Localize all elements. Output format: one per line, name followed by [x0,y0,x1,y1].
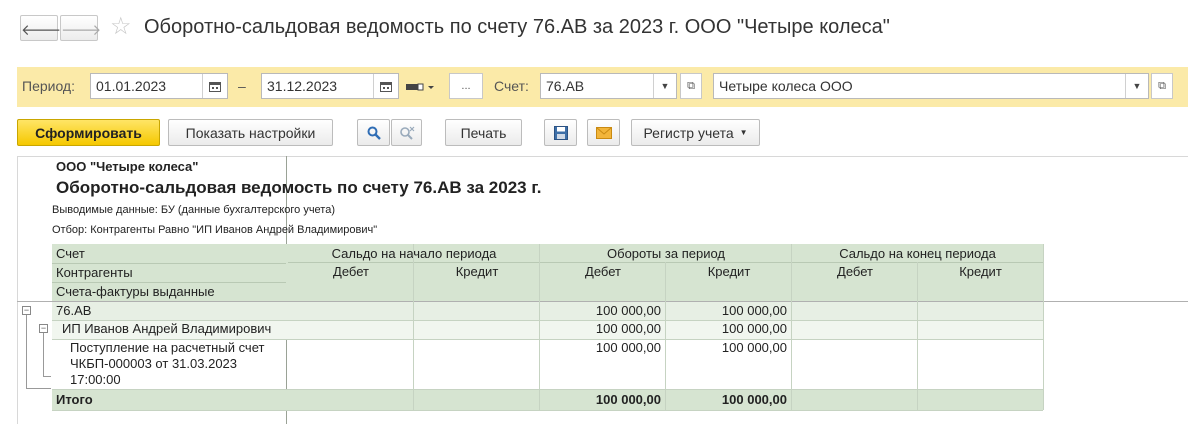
print-button-label: Печать [460,124,507,141]
header-account: Счет [56,246,85,261]
header-opening-balance: Сальдо на начало периода [331,246,497,261]
print-button[interactable]: Печать [445,119,522,146]
search-clear-icon [399,126,414,140]
envelope-icon [595,126,612,139]
header-debit: Дебет [585,264,621,279]
column-divider [665,262,666,410]
account-value: 76.АВ [546,78,585,94]
row-document-line1[interactable]: Поступление на расчетный счет [70,340,264,355]
column-divider [917,262,918,410]
tree-line [26,315,27,389]
header-counterparties: Контрагенты [56,265,133,280]
row-counterparty-turnover-credit[interactable]: 100 000,00 [666,321,792,336]
date-to-value: 31.12.2023 [267,78,338,94]
ellipsis-label: ... [461,80,471,92]
row-account-name[interactable]: 76.АВ [56,303,91,318]
account-label: Счет: [494,78,529,94]
date-dash: – [238,78,246,94]
search-icon [367,126,381,140]
save-button[interactable] [544,119,577,146]
column-divider [1043,244,1044,410]
generate-button[interactable]: Сформировать [17,119,160,146]
header-credit: Кредит [707,264,751,279]
period-select-button[interactable]: ... [449,73,483,99]
row-document-turnover-debit[interactable]: 100 000,00 [540,340,666,355]
header-divider [52,263,286,264]
chevron-down-icon[interactable]: ▼ [653,74,676,98]
show-settings-button[interactable]: Показать настройки [168,119,333,146]
header-credit: Кредит [959,264,1002,279]
row-divider [52,410,1043,411]
arrow-left-icon: 🡐 [21,22,62,39]
header-debit: Дебет [333,264,369,279]
favorite-star-icon[interactable]: ☆ [110,12,132,41]
collapse-toggle-icon[interactable]: − [22,306,31,315]
account-open-button[interactable]: ⧉ [680,73,702,99]
register-dropdown-button[interactable]: Регистр учета ▼ [631,119,760,146]
tree-line [43,333,44,377]
date-from-field[interactable]: 01.01.2023 [90,73,228,99]
open-link-icon: ⧉ [687,79,695,92]
organization-value: Четыре колеса ООО [719,78,853,94]
header-invoices: Счета-фактуры выданные [56,284,215,299]
open-link-icon: ⧉ [1158,79,1166,92]
row-account-turnover-credit[interactable]: 100 000,00 [666,303,792,318]
search-clear-button[interactable] [391,119,422,146]
chevron-down-icon[interactable]: ▼ [1125,74,1148,98]
tree-line [43,376,51,377]
show-settings-label: Показать настройки [185,124,316,141]
report-top-border [17,156,1188,157]
back-button[interactable]: 🡐 [20,15,62,41]
row-account-turnover-debit[interactable]: 100 000,00 [540,303,666,318]
send-email-button[interactable] [587,119,620,146]
header-divider [52,282,286,283]
organization-field[interactable]: Четыре колеса ООО ▼ [713,73,1149,99]
header-debit: Дебет [837,264,873,279]
calendar-icon[interactable] [202,74,227,98]
report-organization: ООО "Четыре колеса" [56,159,199,174]
tree-line [26,388,51,389]
total-turnover-debit[interactable]: 100 000,00 [540,392,666,407]
forward-button[interactable]: 🡒 [60,15,102,41]
collapse-toggle-icon[interactable]: − [39,324,48,333]
period-type-dropdown-icon[interactable] [406,80,436,98]
report-left-border [17,156,18,424]
date-to-field[interactable]: 31.12.2023 [261,73,399,99]
row-document-line3[interactable]: 17:00:00 [70,372,121,387]
report-output-data: Выводимые данные: БУ (данные бухгалтерск… [52,204,335,216]
row-counterparty-turnover-debit[interactable]: 100 000,00 [540,321,666,336]
calendar-icon[interactable] [373,74,398,98]
date-from-value: 01.01.2023 [96,78,167,94]
account-field[interactable]: 76.АВ ▼ [540,73,677,99]
arrow-right-icon: 🡒 [61,22,102,39]
window-title: Оборотно-сальдовая ведомость по счету 76… [144,16,890,38]
total-label: Итого [56,392,93,407]
total-turnover-credit[interactable]: 100 000,00 [666,392,792,407]
search-button[interactable] [357,119,390,146]
report-filter: Отбор: Контрагенты Равно "ИП Иванов Андр… [52,224,378,236]
generate-button-label: Сформировать [35,124,142,141]
row-document-turnover-credit[interactable]: 100 000,00 [666,340,792,355]
header-closing-balance: Сальдо на конец периода [839,246,996,261]
report-title: Оборотно-сальдовая ведомость по счету 76… [56,178,542,197]
header-turnover: Обороты за период [607,246,725,261]
header-credit: Кредит [455,264,499,279]
row-counterparty-name[interactable]: ИП Иванов Андрей Владимирович [62,321,271,336]
organization-open-button[interactable]: ⧉ [1151,73,1173,99]
column-divider [413,244,414,410]
period-label: Период: [22,78,75,94]
row-divider [52,389,1043,390]
chevron-down-icon: ▼ [739,128,748,137]
register-button-label: Регистр учета [643,124,734,141]
row-document-line2[interactable]: ЧКБП-000003 от 31.03.2023 [70,356,237,371]
floppy-disk-icon [553,125,568,140]
